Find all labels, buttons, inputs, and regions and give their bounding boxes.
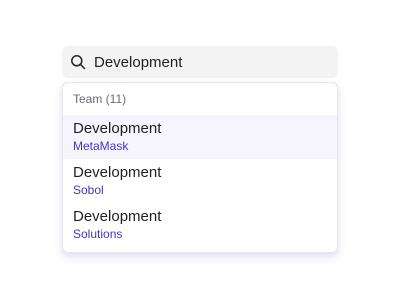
result-title: Development	[73, 208, 162, 225]
result-subtitle: Sobol	[73, 183, 104, 197]
search-icon	[70, 54, 86, 70]
result-subtitle: MetaMask	[73, 139, 129, 153]
search-input[interactable]	[94, 53, 324, 71]
result-item[interactable]: Development MetaMask	[63, 115, 337, 159]
result-subtitle: Solutions	[73, 227, 123, 241]
result-title: Development	[73, 120, 162, 137]
search-box[interactable]	[62, 46, 338, 78]
group-header-team: Team (11)	[73, 92, 127, 106]
result-item[interactable]: Development Sobol	[63, 159, 337, 203]
result-title: Development	[73, 164, 162, 181]
search-results-dropdown: Team (11) Development MetaMask Developme…	[62, 82, 338, 253]
result-item[interactable]: Development Solutions	[63, 203, 337, 247]
